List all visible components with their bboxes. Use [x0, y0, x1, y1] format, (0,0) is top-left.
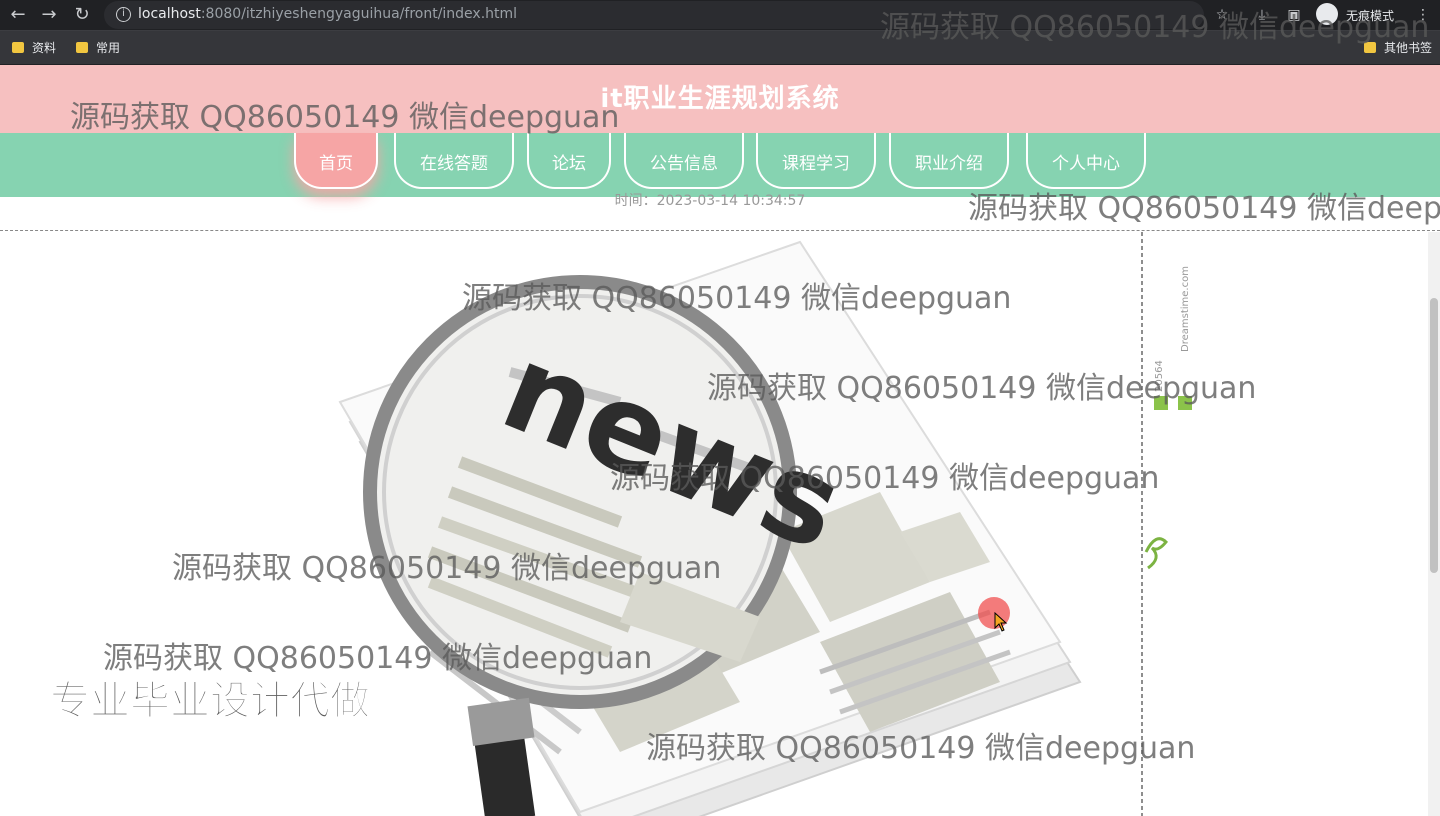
bookmark-ziliao[interactable]: 资料: [12, 39, 56, 57]
side-credit: Dreamstime.com: [1180, 266, 1191, 352]
url-text[interactable]: localhost:8080/itzhiyeshengyaguihua/fron…: [138, 6, 517, 22]
bookmark-changyong[interactable]: 常用: [76, 39, 120, 57]
promo-text: 专业毕业设计代做: [50, 678, 371, 725]
page-scrollbar[interactable]: [1428, 232, 1440, 816]
nav-home[interactable]: 首页: [294, 133, 378, 189]
watermark: 源码获取 QQ86050149 微信deepguan: [462, 281, 1012, 316]
nav-careers[interactable]: 职业介绍: [889, 133, 1009, 189]
nav-announcements[interactable]: 公告信息: [624, 133, 744, 189]
watermark: 源码获取 QQ86050149 微信deepguan: [880, 10, 1430, 45]
watermark: 源码获取 QQ86050149 微信deepguan: [610, 461, 1160, 496]
watermark: 源码获取 QQ86050149 微信deepguan: [646, 731, 1196, 766]
scissors-icon: [1144, 537, 1169, 570]
nav-courses[interactable]: 课程学习: [756, 133, 876, 189]
folder-icon: [76, 42, 88, 53]
reload-icon[interactable]: ↻: [70, 3, 94, 27]
cursor-icon: [994, 612, 1008, 632]
watermark: 源码获取 QQ86050149 微信deepguan: [70, 100, 620, 135]
nav-forum[interactable]: 论坛: [527, 133, 611, 189]
watermark: 源码获取 QQ86050149 微信deepguan: [707, 371, 1257, 406]
watermark: 源码获取 QQ86050149 微信deepguan: [172, 551, 722, 586]
watermark: 源码获取 QQ86050149 微信deepguan: [968, 191, 1440, 226]
nav-online-quiz[interactable]: 在线答题: [394, 133, 514, 189]
scroll-thumb[interactable]: [1430, 298, 1438, 573]
back-icon[interactable]: ←: [6, 3, 30, 27]
nav-profile[interactable]: 个人中心: [1026, 133, 1146, 189]
forward-icon[interactable]: →: [37, 3, 61, 27]
folder-icon: [12, 42, 24, 53]
info-icon[interactable]: i: [116, 7, 131, 22]
